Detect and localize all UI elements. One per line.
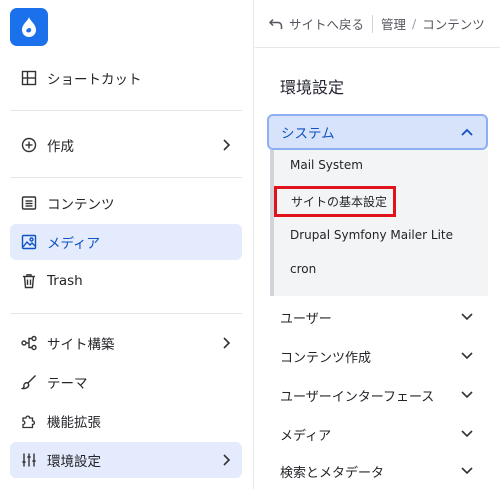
chevron-down-icon (460, 466, 474, 476)
sidebar-item-configuration[interactable]: 環境設定 (10, 442, 242, 478)
sidebar-item-label: コンテンツ (47, 197, 115, 213)
trash-icon (20, 272, 38, 290)
chevron-right-icon (218, 137, 234, 153)
accordion-label: 検索とメタデータ (280, 465, 385, 481)
accordion-label: コンテンツ作成 (280, 350, 372, 366)
sidebar-item-extend[interactable]: 機能拡張 (10, 403, 242, 439)
drupal-logo-icon[interactable] (10, 8, 48, 46)
chevron-down-icon (460, 390, 474, 400)
chevron-down-icon (460, 312, 474, 322)
breadcrumb-slash: / (412, 16, 417, 31)
accordion-people[interactable]: ユーザー (280, 302, 480, 332)
puzzle-icon (20, 412, 38, 430)
accordion-content-authoring[interactable]: コンテンツ作成 (280, 341, 480, 371)
breadcrumb-item[interactable]: コンテンツ (422, 14, 485, 33)
sidebar-divider (10, 177, 242, 178)
panel-title: 環境設定 (280, 78, 345, 97)
chevron-down-icon (460, 351, 474, 361)
sidebar-item-label: 作成 (47, 139, 74, 155)
back-to-site-link[interactable]: サイトへ戻る (269, 14, 364, 33)
sidebar-item-content[interactable]: コンテンツ (10, 185, 242, 221)
accordion-system[interactable]: システム (267, 114, 488, 150)
chevron-right-icon (218, 452, 234, 468)
sidebar-item-label: メディア (47, 236, 101, 252)
submenu-item-symfony-mailer[interactable]: Drupal Symfony Mailer Lite (290, 228, 453, 242)
submenu-item-cron[interactable]: cron (290, 262, 316, 276)
sidebar-divider (10, 110, 242, 111)
top-breadcrumb-bar: サイトへ戻る 管理 / コンテンツ (255, 0, 500, 48)
accordion-user-interface[interactable]: ユーザーインターフェース (280, 380, 480, 410)
sidebar-item-label: ショートカット (47, 72, 142, 88)
sidebar-item-create[interactable]: 作成 (10, 127, 242, 163)
sidebar-item-label: テーマ (47, 376, 88, 392)
back-arrow-icon (269, 18, 283, 30)
plus-circle-icon (20, 136, 38, 154)
system-submenu: Mail System サイトの基本設定 Drupal Symfony Mail… (270, 150, 488, 296)
image-icon (20, 233, 38, 251)
sidebar-item-media[interactable]: メディア (10, 224, 242, 260)
sidebar-item-label: サイト構築 (47, 337, 115, 353)
structure-icon (20, 334, 38, 352)
chevron-up-icon (460, 127, 474, 137)
document-list-icon (20, 194, 38, 212)
accordion-search-metadata[interactable]: 検索とメタデータ (280, 456, 480, 486)
shortcut-grid-icon (20, 69, 38, 87)
sidebar-item-label: 環境設定 (47, 454, 101, 470)
sidebar-item-trash[interactable]: Trash (10, 263, 242, 299)
sidebar-item-structure[interactable]: サイト構築 (10, 325, 242, 361)
accordion-label: ユーザーインターフェース (280, 389, 435, 405)
accordion-label: メディア (280, 428, 332, 444)
admin-sidebar: ショートカット 作成 コンテンツ メディア Trash サイト構築 テーマ 機能… (0, 0, 254, 489)
accordion-label: システム (281, 126, 335, 142)
chevron-right-icon (218, 335, 234, 351)
sliders-icon (20, 451, 38, 469)
submenu-item-mail-system[interactable]: Mail System (290, 158, 363, 172)
submenu-item-site-settings[interactable]: サイトの基本設定 (274, 186, 397, 217)
sidebar-item-appearance[interactable]: テーマ (10, 364, 242, 400)
sidebar-divider (10, 313, 242, 314)
chevron-down-icon (460, 429, 474, 439)
breadcrumb-separator (372, 14, 374, 33)
sidebar-item-label: 機能拡張 (47, 415, 101, 431)
accordion-label: ユーザー (280, 311, 332, 327)
breadcrumb-item[interactable]: 管理 (381, 14, 406, 33)
brush-icon (20, 373, 38, 391)
sidebar-item-shortcuts[interactable]: ショートカット (10, 60, 242, 96)
back-to-site-label: サイトへ戻る (289, 17, 365, 32)
accordion-media[interactable]: メディア (280, 419, 480, 449)
sidebar-item-label: Trash (47, 273, 83, 289)
